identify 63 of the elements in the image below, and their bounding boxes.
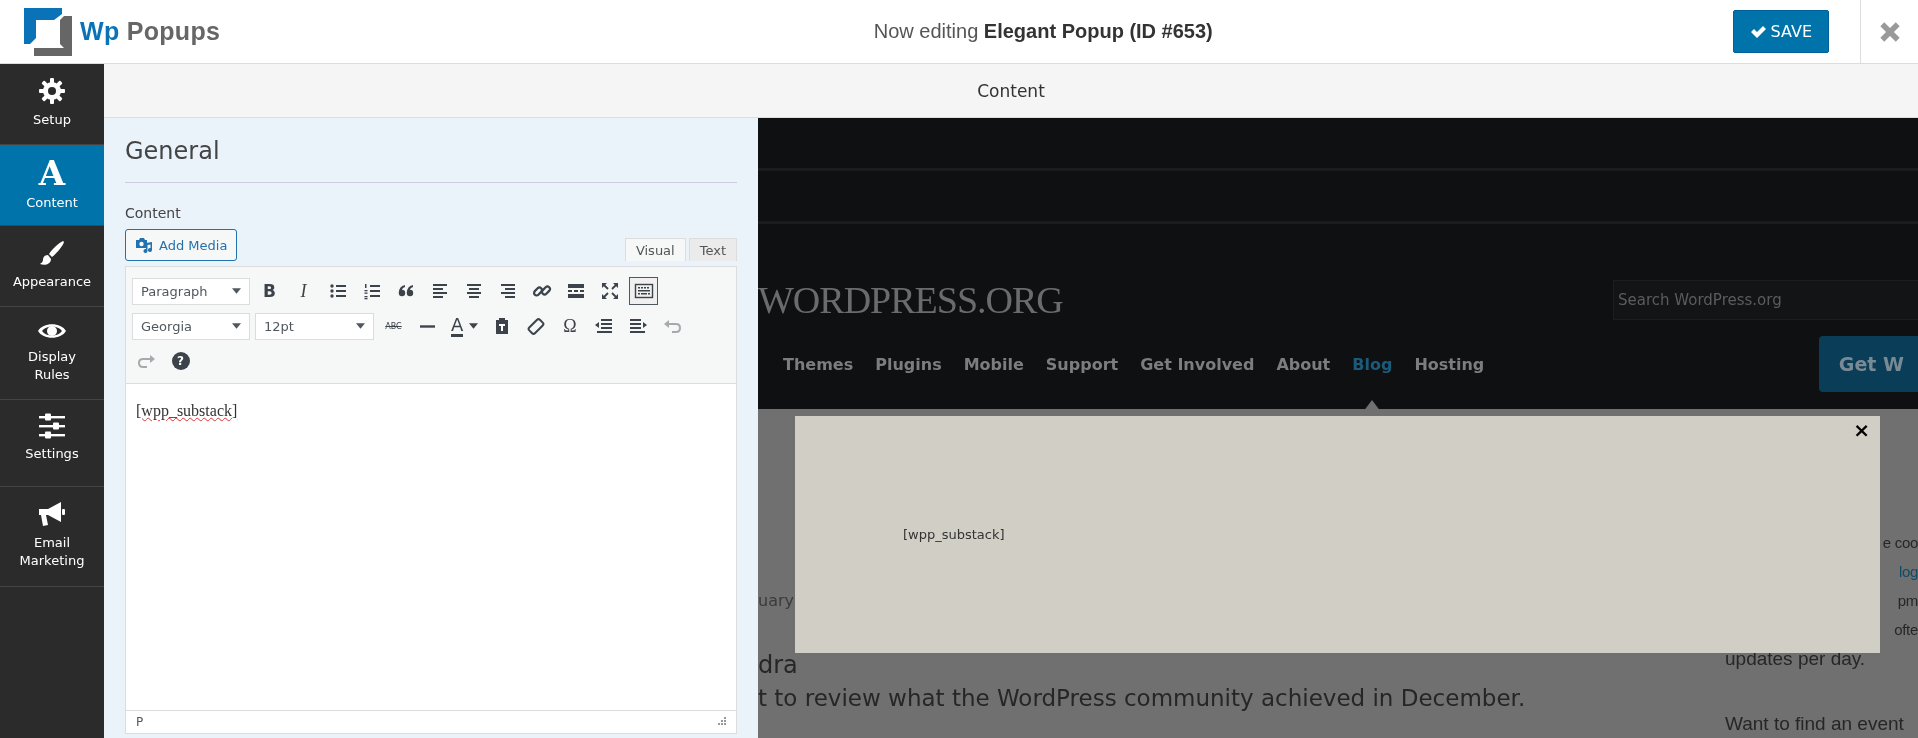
close-icon[interactable]	[1878, 20, 1901, 43]
text-color-button[interactable]: A	[447, 312, 483, 340]
outdent-icon	[593, 316, 614, 336]
keyboard-icon	[633, 281, 654, 301]
section-heading: General	[125, 136, 737, 183]
toolbar-button[interactable]	[629, 277, 658, 305]
sidebar-text: Want to find an event	[1725, 712, 1905, 736]
search-field[interactable]: Search WordPress.org	[1613, 280, 1918, 320]
popup-text: [wpp_substack]	[903, 527, 1005, 542]
field-label: Content	[125, 205, 182, 221]
sidebar-text: pm	[1896, 591, 1918, 611]
close-button[interactable]: ×	[1853, 418, 1870, 442]
add-media-button[interactable]: Add Media	[125, 229, 238, 261]
resize-handle-icon	[716, 717, 726, 727]
media-icon	[135, 237, 153, 253]
format-button[interactable]: ABC	[379, 312, 408, 340]
help-button[interactable]: ?	[166, 347, 195, 375]
brush-icon	[38, 239, 66, 267]
sidebar-text: updates per day.	[1725, 647, 1867, 671]
format-button[interactable]: I	[289, 277, 318, 305]
site-logo[interactable]: WORDPRESS.ORG	[758, 278, 1063, 322]
nav-link[interactable]: Mobile	[952, 336, 1035, 392]
read-more-icon	[565, 281, 586, 301]
nav-link[interactable]: Get Involved	[1129, 336, 1266, 392]
eraser-icon	[525, 316, 546, 336]
nav-link[interactable]: Plugins	[864, 336, 953, 392]
indent-icon	[627, 316, 648, 336]
sliders-icon	[38, 413, 66, 439]
nav-link[interactable]: Themes	[772, 336, 865, 392]
megaphone-icon	[37, 500, 67, 528]
format-dropdown[interactable]: Georgia	[132, 312, 250, 340]
element-path: P	[136, 715, 144, 729]
logo-icon	[24, 7, 72, 56]
section-title: Content	[977, 80, 1045, 101]
nav-link[interactable]: Support	[1034, 336, 1130, 392]
format-dropdown[interactable]: 12pt	[255, 312, 374, 340]
caret-icon	[232, 288, 241, 294]
caret-icon	[356, 323, 365, 329]
caret-icon	[469, 323, 479, 329]
caret-icon	[232, 323, 241, 329]
format-button[interactable]: Ω	[555, 312, 585, 340]
nav-link[interactable]: About	[1265, 336, 1342, 392]
sidebar-item[interactable]: A Content	[0, 145, 104, 226]
nav-link[interactable]: Hosting	[1403, 336, 1496, 392]
horizontal-line-icon	[420, 324, 435, 328]
bulleted-list-icon	[327, 281, 348, 301]
save-button[interactable]: SAVE	[1732, 10, 1829, 53]
editing-title: Now editing Elegant Popup (ID #653)	[872, 20, 1214, 43]
sidebar-text: e coo	[1881, 533, 1918, 553]
post-text: dra	[758, 650, 799, 681]
format-dropdown[interactable]: Paragraph	[132, 277, 250, 305]
editor-text: [wpp_substack]	[136, 402, 238, 419]
letter-icon: A	[38, 158, 66, 188]
gear-icon	[38, 77, 66, 105]
post-text: t to review what the WordPress community achieved in December.	[758, 684, 1526, 713]
editor-tab[interactable]: Text	[688, 238, 737, 261]
editor-tab[interactable]: Visual	[624, 238, 686, 261]
sidebar-text: ofte	[1893, 620, 1918, 640]
editor-area[interactable]: [wpp_substack]	[126, 384, 736, 710]
format-button[interactable]: B	[255, 277, 284, 305]
fullscreen-icon	[599, 281, 620, 301]
logo-text: Wp Popups	[80, 17, 221, 46]
check-icon	[1749, 24, 1766, 39]
